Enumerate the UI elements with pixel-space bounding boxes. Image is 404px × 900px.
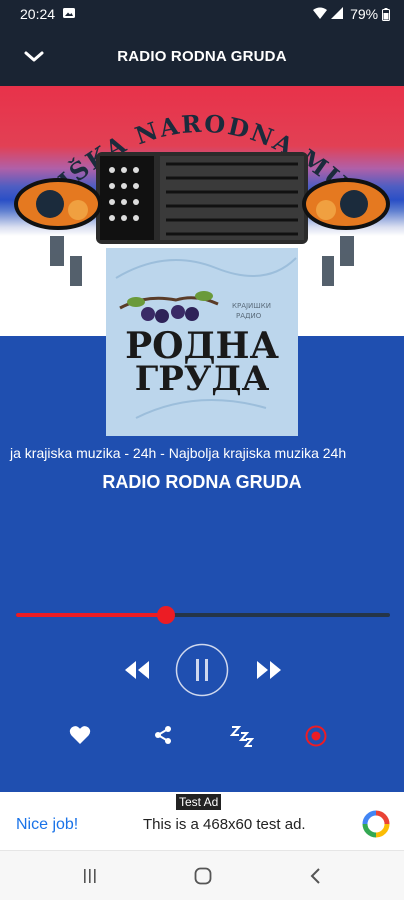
marquee-text: ja krajiska muzika - 24h - Najbolja kraj… (10, 445, 347, 461)
now-playing-marquee: ja krajiska muzika - 24h - Najbolja kraj… (0, 443, 404, 465)
right-cassette-icon (302, 178, 390, 230)
back-nav-icon[interactable] (309, 867, 321, 885)
rewind-button[interactable] (124, 658, 150, 682)
play-pause-button[interactable] (175, 643, 229, 697)
battery-icon (382, 8, 390, 21)
progress-fill (16, 613, 166, 617)
pause-icon (175, 643, 229, 697)
share-button[interactable] (153, 725, 173, 745)
battery-level: 79% (350, 6, 390, 22)
ad-banner[interactable]: Test Ad Nice job! This is a 468x60 test … (0, 792, 404, 851)
logo-small-line2: РАДИО (236, 312, 262, 320)
favorite-button[interactable] (69, 725, 91, 745)
ad-text[interactable]: This is a 468x60 test ad. (143, 816, 306, 833)
station-name: RADIO RODNA GRUDA (102, 472, 302, 492)
accordion-icon (96, 152, 308, 244)
recent-apps-icon[interactable] (82, 868, 98, 884)
fast-forward-icon (257, 661, 281, 679)
left-cassette-icon (14, 178, 102, 230)
share-icon (155, 726, 171, 744)
signal-icon (330, 6, 344, 23)
rewind-icon (125, 661, 149, 679)
record-button[interactable] (305, 725, 327, 747)
station-logo: КРАЈИШКИ РАДИО РОДНА ГРУДА (106, 248, 298, 436)
gallery-icon (62, 6, 76, 23)
heart-icon (69, 726, 91, 744)
status-time: 20:24 (20, 6, 56, 22)
logo-line2: ГРУДА (135, 359, 270, 399)
logo-small-line1: КРАЈИШКИ (232, 302, 271, 310)
sleep-timer-button[interactable] (230, 725, 254, 747)
page-title: RADIO RODNA GRUDA (117, 48, 287, 65)
sleep-icon (230, 726, 254, 747)
wifi-icon (312, 6, 328, 23)
forward-button[interactable] (256, 658, 282, 682)
progress-slider[interactable] (16, 606, 390, 624)
home-icon[interactable] (194, 867, 212, 885)
app-header: RADIO RODNA GRUDA (0, 28, 404, 86)
system-nav-bar (0, 851, 404, 900)
ad-tag: Test Ad (176, 794, 222, 810)
progress-thumb[interactable] (157, 606, 175, 624)
record-icon (305, 725, 327, 747)
plum-branch-icon (119, 291, 219, 323)
status-bar: 20:24 79% (0, 0, 404, 28)
ad-network-logo-icon (362, 810, 390, 838)
ad-headline[interactable]: Nice job! (16, 816, 78, 834)
